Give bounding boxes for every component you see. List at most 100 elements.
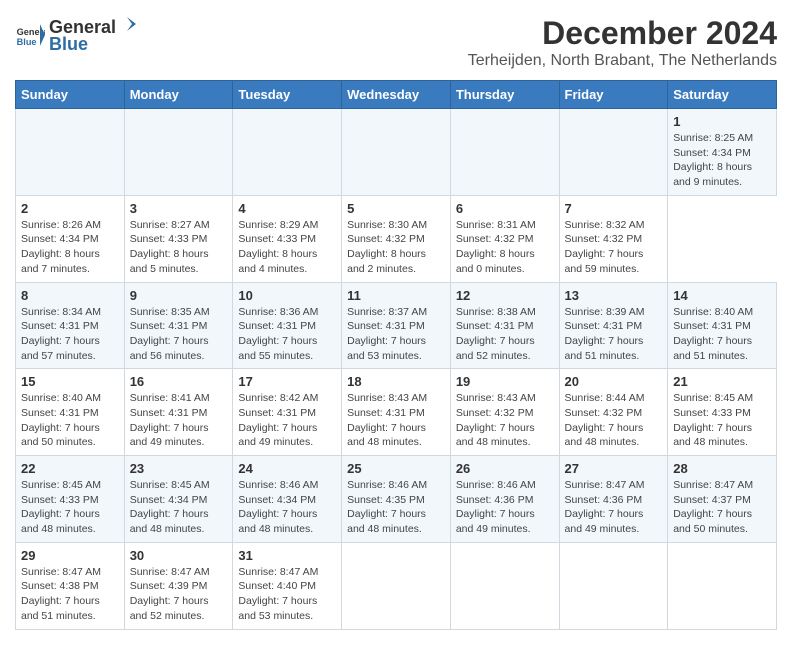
day-number: 3 [130,201,228,216]
day-detail: Sunrise: 8:38 AMSunset: 4:31 PMDaylight:… [456,306,536,362]
cell-day-16: 16 Sunrise: 8:41 AMSunset: 4:31 PMDaylig… [124,369,233,456]
day-number: 24 [238,461,336,476]
day-detail: Sunrise: 8:47 AMSunset: 4:36 PMDaylight:… [565,479,645,535]
day-detail: Sunrise: 8:42 AMSunset: 4:31 PMDaylight:… [238,392,318,448]
logo: General Blue General Blue [15,15,136,55]
day-number: 4 [238,201,336,216]
cell-day-24: 24 Sunrise: 8:46 AMSunset: 4:34 PMDaylig… [233,456,342,543]
cell-empty-w1-5 [559,109,668,196]
day-number: 13 [565,288,663,303]
day-number: 6 [456,201,554,216]
week-row-3: 8 Sunrise: 8:34 AMSunset: 4:31 PMDayligh… [16,282,777,369]
cell-day-13: 13 Sunrise: 8:39 AMSunset: 4:31 PMDaylig… [559,282,668,369]
cell-day-30: 30 Sunrise: 8:47 AMSunset: 4:39 PMDaylig… [124,542,233,629]
cell-empty-w6-4 [450,542,559,629]
day-detail: Sunrise: 8:45 AMSunset: 4:34 PMDaylight:… [130,479,210,535]
day-number: 19 [456,374,554,389]
cell-empty-w1-1 [124,109,233,196]
week-row-6: 29 Sunrise: 8:47 AMSunset: 4:38 PMDaylig… [16,542,777,629]
day-number: 20 [565,374,663,389]
day-detail: Sunrise: 8:29 AMSunset: 4:33 PMDaylight:… [238,219,318,275]
day-detail: Sunrise: 8:47 AMSunset: 4:39 PMDaylight:… [130,566,210,622]
day-detail: Sunrise: 8:27 AMSunset: 4:33 PMDaylight:… [130,219,210,275]
day-detail: Sunrise: 8:40 AMSunset: 4:31 PMDaylight:… [673,306,753,362]
day-number: 21 [673,374,771,389]
day-number: 2 [21,201,119,216]
cell-day-31: 31 Sunrise: 8:47 AMSunset: 4:40 PMDaylig… [233,542,342,629]
day-detail: Sunrise: 8:32 AMSunset: 4:32 PMDaylight:… [565,219,645,275]
cell-day-18: 18 Sunrise: 8:43 AMSunset: 4:31 PMDaylig… [342,369,451,456]
day-number: 29 [21,548,119,563]
day-number: 5 [347,201,445,216]
week-row-4: 15 Sunrise: 8:40 AMSunset: 4:31 PMDaylig… [16,369,777,456]
header-col-sunday: Sunday [16,81,125,109]
cell-day-5: 5 Sunrise: 8:30 AMSunset: 4:32 PMDayligh… [342,195,451,282]
logo-bird-icon [118,15,136,33]
day-detail: Sunrise: 8:44 AMSunset: 4:32 PMDaylight:… [565,392,645,448]
day-detail: Sunrise: 8:45 AMSunset: 4:33 PMDaylight:… [673,392,753,448]
day-detail: Sunrise: 8:46 AMSunset: 4:35 PMDaylight:… [347,479,427,535]
cell-day-14: 14 Sunrise: 8:40 AMSunset: 4:31 PMDaylig… [668,282,777,369]
cell-day-7: 7 Sunrise: 8:32 AMSunset: 4:32 PMDayligh… [559,195,668,282]
cell-day-17: 17 Sunrise: 8:42 AMSunset: 4:31 PMDaylig… [233,369,342,456]
cell-day-28: 28 Sunrise: 8:47 AMSunset: 4:37 PMDaylig… [668,456,777,543]
day-number: 31 [238,548,336,563]
cell-day-1: 1 Sunrise: 8:25 AMSunset: 4:34 PMDayligh… [668,109,777,196]
day-detail: Sunrise: 8:40 AMSunset: 4:31 PMDaylight:… [21,392,101,448]
day-detail: Sunrise: 8:26 AMSunset: 4:34 PMDaylight:… [21,219,101,275]
day-detail: Sunrise: 8:30 AMSunset: 4:32 PMDaylight:… [347,219,427,275]
cell-day-12: 12 Sunrise: 8:38 AMSunset: 4:31 PMDaylig… [450,282,559,369]
header-col-thursday: Thursday [450,81,559,109]
cell-day-9: 9 Sunrise: 8:35 AMSunset: 4:31 PMDayligh… [124,282,233,369]
day-number: 17 [238,374,336,389]
header-col-friday: Friday [559,81,668,109]
week-row-1: 1 Sunrise: 8:25 AMSunset: 4:34 PMDayligh… [16,109,777,196]
cell-empty-w6-5 [559,542,668,629]
day-number: 23 [130,461,228,476]
day-detail: Sunrise: 8:25 AMSunset: 4:34 PMDaylight:… [673,132,753,188]
week-row-2: 2 Sunrise: 8:26 AMSunset: 4:34 PMDayligh… [16,195,777,282]
cell-day-10: 10 Sunrise: 8:36 AMSunset: 4:31 PMDaylig… [233,282,342,369]
cell-day-11: 11 Sunrise: 8:37 AMSunset: 4:31 PMDaylig… [342,282,451,369]
week-row-5: 22 Sunrise: 8:45 AMSunset: 4:33 PMDaylig… [16,456,777,543]
day-number: 14 [673,288,771,303]
header-col-tuesday: Tuesday [233,81,342,109]
cell-day-20: 20 Sunrise: 8:44 AMSunset: 4:32 PMDaylig… [559,369,668,456]
day-number: 16 [130,374,228,389]
day-detail: Sunrise: 8:47 AMSunset: 4:37 PMDaylight:… [673,479,753,535]
day-detail: Sunrise: 8:45 AMSunset: 4:33 PMDaylight:… [21,479,101,535]
cell-empty-w1-4 [450,109,559,196]
day-number: 25 [347,461,445,476]
calendar-table: SundayMondayTuesdayWednesdayThursdayFrid… [15,80,777,630]
cell-day-8: 8 Sunrise: 8:34 AMSunset: 4:31 PMDayligh… [16,282,125,369]
day-number: 8 [21,288,119,303]
day-detail: Sunrise: 8:43 AMSunset: 4:32 PMDaylight:… [456,392,536,448]
cell-day-2: 2 Sunrise: 8:26 AMSunset: 4:34 PMDayligh… [16,195,125,282]
day-number: 11 [347,288,445,303]
day-detail: Sunrise: 8:39 AMSunset: 4:31 PMDaylight:… [565,306,645,362]
day-detail: Sunrise: 8:34 AMSunset: 4:31 PMDaylight:… [21,306,101,362]
day-detail: Sunrise: 8:43 AMSunset: 4:31 PMDaylight:… [347,392,427,448]
day-number: 10 [238,288,336,303]
calendar-header-row: SundayMondayTuesdayWednesdayThursdayFrid… [16,81,777,109]
day-number: 30 [130,548,228,563]
day-number: 18 [347,374,445,389]
cell-day-22: 22 Sunrise: 8:45 AMSunset: 4:33 PMDaylig… [16,456,125,543]
logo-icon: General Blue [15,20,45,50]
day-number: 1 [673,114,771,129]
day-detail: Sunrise: 8:35 AMSunset: 4:31 PMDaylight:… [130,306,210,362]
svg-text:Blue: Blue [17,37,37,47]
day-number: 28 [673,461,771,476]
day-detail: Sunrise: 8:47 AMSunset: 4:38 PMDaylight:… [21,566,101,622]
day-detail: Sunrise: 8:46 AMSunset: 4:36 PMDaylight:… [456,479,536,535]
day-detail: Sunrise: 8:46 AMSunset: 4:34 PMDaylight:… [238,479,318,535]
header-col-monday: Monday [124,81,233,109]
cell-empty-w6-6 [668,542,777,629]
cell-day-6: 6 Sunrise: 8:31 AMSunset: 4:32 PMDayligh… [450,195,559,282]
cell-day-19: 19 Sunrise: 8:43 AMSunset: 4:32 PMDaylig… [450,369,559,456]
cell-day-29: 29 Sunrise: 8:47 AMSunset: 4:38 PMDaylig… [16,542,125,629]
title-area: December 2024 Terheijden, North Brabant,… [468,15,777,70]
cell-day-26: 26 Sunrise: 8:46 AMSunset: 4:36 PMDaylig… [450,456,559,543]
main-title: December 2024 [468,15,777,52]
cell-day-25: 25 Sunrise: 8:46 AMSunset: 4:35 PMDaylig… [342,456,451,543]
